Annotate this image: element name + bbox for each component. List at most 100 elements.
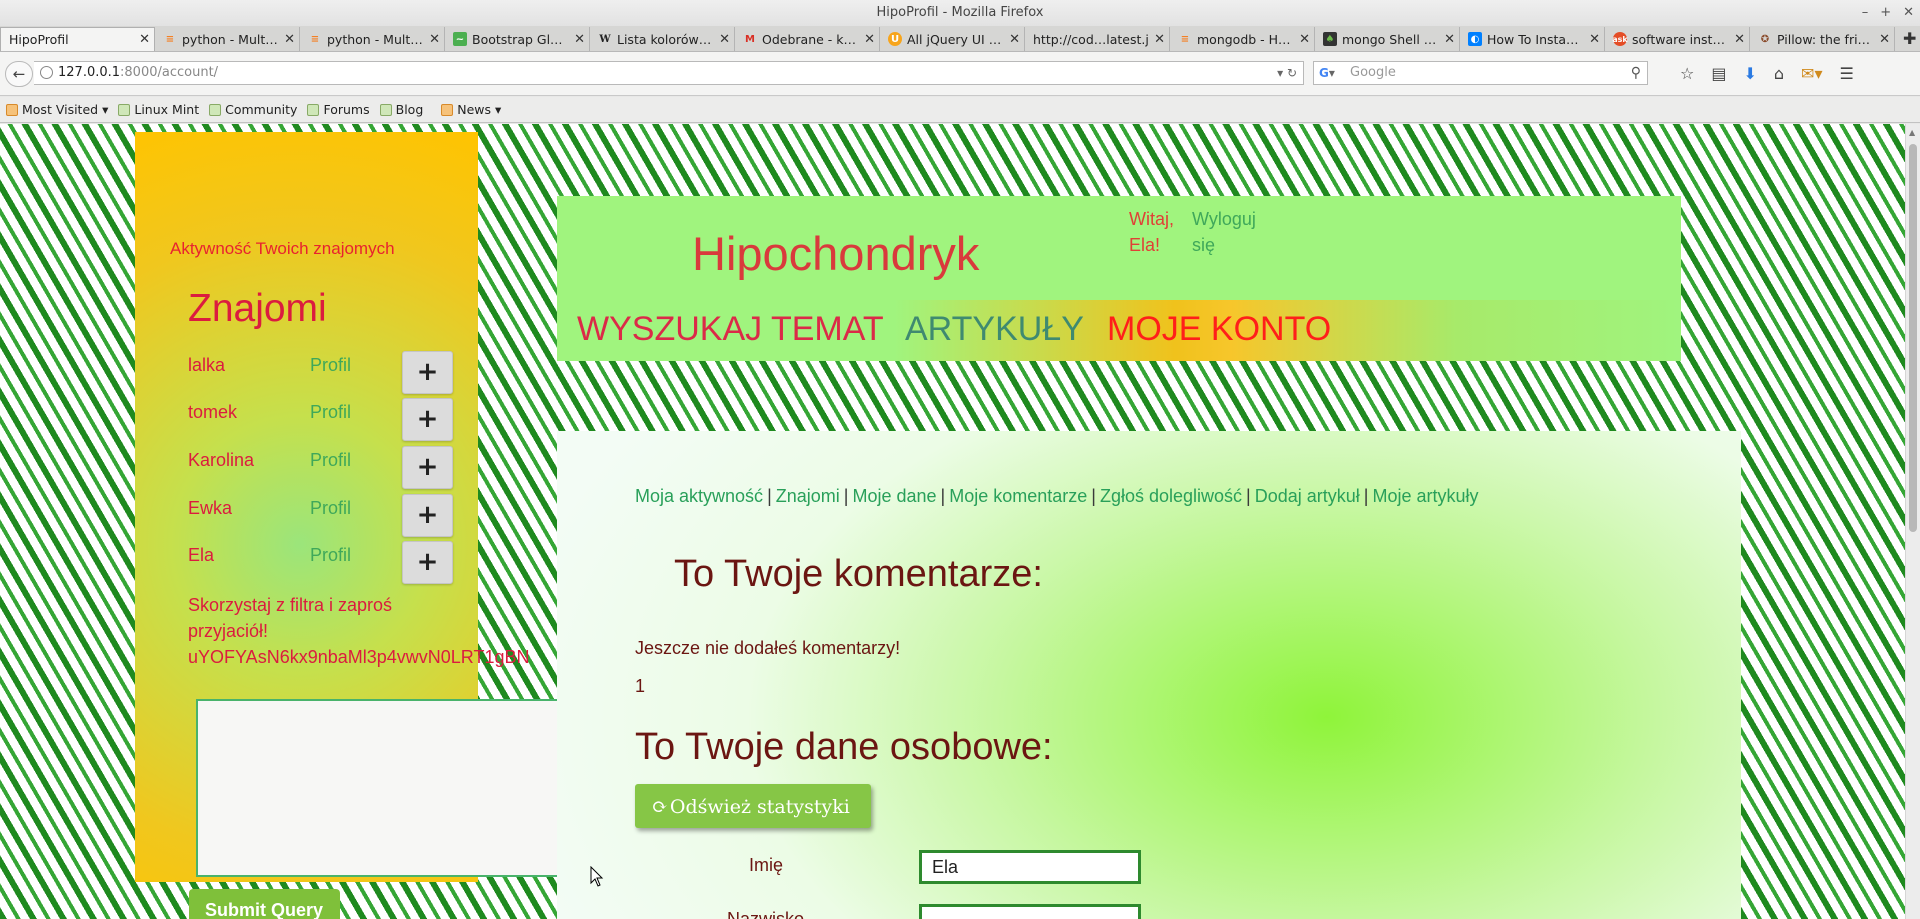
tab-label: mongodb - H… (1197, 31, 1291, 47)
tab-close-icon[interactable]: ✕ (139, 32, 150, 47)
new-tab-icon[interactable]: ✚ (1895, 27, 1920, 51)
account-subnav: Moja aktywność | Znajomi | Moje dane | Moje ko… (635, 486, 1479, 507)
subnav-my-articles[interactable]: Moje artykuły (1372, 486, 1478, 506)
extension-icon[interactable]: ✉▾ (1801, 64, 1822, 83)
bookmark-news[interactable]: News ▾ (441, 102, 501, 117)
logout-link[interactable]: Wyloguj się (1192, 206, 1272, 258)
tab-close-icon[interactable]: ✕ (1734, 32, 1745, 47)
tab-close-icon[interactable]: ✕ (864, 32, 875, 47)
subnav-my-comments[interactable]: Moje komentarze (949, 486, 1087, 506)
window-title: HipoProfil - Mozilla Firefox (876, 5, 1044, 20)
tab-close-icon[interactable]: ✕ (1444, 32, 1455, 47)
friend-row: tomek Profil + (188, 398, 468, 441)
no-comments-text: Jeszcze nie dodałeś komentarzy! (635, 638, 901, 658)
tab-latest-js[interactable]: http://cod…latest.js ✕ (1025, 27, 1170, 51)
friends-activity-link[interactable]: Aktywność Twoich znajomych (170, 239, 395, 259)
refresh-stats-button[interactable]: ⟳ Odśwież statystyki (635, 784, 871, 828)
subnav-my-activity[interactable]: Moja aktywność (635, 486, 763, 506)
minimize-icon[interactable]: – (1862, 0, 1869, 26)
tab-jquery-ui[interactable]: U All jQuery UI … ✕ (880, 27, 1025, 51)
friend-name: Ela (188, 545, 215, 565)
first-name-input[interactable] (919, 850, 1141, 884)
invite-token: uYOFYAsN6kx9nbaMl3p4vwvN0LRT1gBN (188, 647, 530, 667)
tab-gmail[interactable]: M Odebrane - k… ✕ (735, 27, 880, 51)
subnav-friends[interactable]: Znajomi (776, 486, 840, 506)
download-icon[interactable]: ⬇ (1743, 64, 1756, 83)
mint-icon (118, 103, 131, 116)
navigation-bar: ← 127.0.0.1:8000/account/ ▾ ↻ G▾ Google … (0, 52, 1920, 96)
tab-python-mult-1[interactable]: ≡ python - Mult… ✕ (155, 27, 300, 51)
tab-mongodb[interactable]: ≡ mongodb - H… ✕ (1170, 27, 1315, 51)
subnav-my-data[interactable]: Moje dane (852, 486, 936, 506)
search-icon[interactable]: ⚲ (1631, 62, 1641, 84)
tab-wikipedia[interactable]: W Lista kolorów… ✕ (590, 27, 735, 51)
nav-articles[interactable]: ARTYKUŁY (905, 310, 1084, 349)
subnav-report-ailment[interactable]: Zgłoś dolegliwość (1100, 486, 1242, 506)
friend-profile-link[interactable]: Profil (310, 545, 351, 566)
add-friend-button[interactable]: + (402, 398, 453, 441)
tab-bootstrap[interactable]: ~ Bootstrap Gl… ✕ (445, 27, 590, 51)
url-dropdown-icon[interactable]: ▾ (1277, 66, 1283, 80)
globe-icon (40, 66, 53, 79)
friend-profile-link[interactable]: Profil (310, 498, 351, 519)
reading-list-icon[interactable]: ▤ (1711, 64, 1726, 83)
bookmark-forums[interactable]: Forums (307, 102, 370, 117)
site-title[interactable]: Hipochondryk (692, 226, 979, 281)
close-window-icon[interactable]: ✕ (1903, 0, 1914, 26)
submit-query-button[interactable]: Submit Query (189, 889, 340, 919)
askubuntu-icon: ask (1612, 32, 1628, 46)
tab-close-icon[interactable]: ✕ (1009, 32, 1020, 47)
nav-search-topic[interactable]: WYSZUKAJ TEMAT (577, 310, 884, 349)
scrollbar-thumb[interactable] (1909, 144, 1917, 532)
home-icon[interactable]: ⌂ (1774, 64, 1784, 83)
friends-title: Znajomi (188, 287, 327, 330)
menu-icon[interactable]: ☰ (1839, 64, 1853, 83)
tab-close-icon[interactable]: ✕ (1589, 32, 1600, 47)
bookmark-blog[interactable]: Blog (379, 102, 423, 117)
scroll-up-icon[interactable]: ▲ (1909, 128, 1915, 137)
page-scrollbar[interactable]: ▲ (1905, 124, 1920, 919)
friend-name: Karolina (188, 450, 255, 470)
add-friend-button[interactable]: + (402, 494, 453, 537)
friend-profile-link[interactable]: Profil (310, 402, 351, 423)
tab-bar: HipoProfil ✕ ≡ python - Mult… ✕ ≡ python… (0, 26, 1920, 52)
tab-close-icon[interactable]: ✕ (574, 32, 585, 47)
search-input[interactable]: G▾ Google ⚲ (1313, 61, 1648, 85)
rss-icon (441, 103, 454, 116)
tab-close-icon[interactable]: ✕ (719, 32, 730, 47)
subnav-add-article[interactable]: Dodaj artykuł (1255, 486, 1360, 506)
bookmark-star-icon[interactable]: ☆ (1680, 64, 1694, 83)
add-friend-button[interactable]: + (402, 446, 453, 489)
tab-close-icon[interactable]: ✕ (1154, 32, 1165, 47)
tab-close-icon[interactable]: ✕ (284, 32, 295, 47)
tab-close-icon[interactable]: ✕ (429, 32, 440, 47)
tab-close-icon[interactable]: ✕ (1299, 32, 1310, 47)
reload-icon[interactable]: ↻ (1287, 66, 1297, 80)
bookmark-community[interactable]: Community (209, 102, 297, 117)
tab-software-install[interactable]: ask software inst… ✕ (1605, 27, 1750, 51)
maximize-icon[interactable]: + (1880, 0, 1891, 26)
tab-how-to-install[interactable]: ◐ How To Insta… ✕ (1460, 27, 1605, 51)
tab-hipoprofil[interactable]: HipoProfil ✕ (0, 27, 155, 51)
back-button[interactable]: ← (5, 61, 33, 87)
friend-row: lalka Profil + (188, 351, 468, 394)
google-icon[interactable]: G▾ (1319, 62, 1335, 84)
tab-close-icon[interactable]: ✕ (1879, 32, 1890, 47)
add-friend-button[interactable]: + (402, 541, 453, 584)
friend-row: Ela Profil + (188, 541, 468, 584)
url-input[interactable]: 127.0.0.1:8000/account/ ▾ ↻ (34, 61, 1304, 85)
friend-profile-link[interactable]: Profil (310, 450, 351, 471)
bookmark-linux-mint[interactable]: Linux Mint (118, 102, 199, 117)
tab-pillow[interactable]: ✪ Pillow: the fri… ✕ (1750, 27, 1895, 51)
tab-label: Lista kolorów… (617, 31, 712, 47)
invite-textarea[interactable] (196, 699, 582, 877)
nav-my-account[interactable]: MOJE KONTO (1107, 310, 1331, 349)
add-friend-button[interactable]: + (402, 351, 453, 394)
tab-python-mult-2[interactable]: ≡ python - Mult… ✕ (300, 27, 445, 51)
mongodb-icon: ♠ (1323, 32, 1337, 46)
last-name-input[interactable] (919, 904, 1141, 919)
bookmark-most-visited[interactable]: Most Visited ▾ (6, 102, 108, 117)
tab-mongo-shell[interactable]: ♠ mongo Shell … ✕ (1315, 27, 1460, 51)
friend-profile-link[interactable]: Profil (310, 355, 351, 376)
tab-label: Pillow: the fri… (1777, 31, 1871, 47)
